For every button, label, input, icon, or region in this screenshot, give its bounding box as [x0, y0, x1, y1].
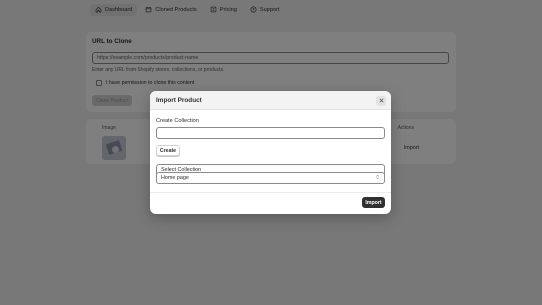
import-product-modal: Import Product Create Collection Create … [150, 91, 391, 214]
create-collection-label: Create Collection [156, 118, 199, 124]
create-button[interactable]: Create [156, 145, 180, 156]
import-button[interactable]: Import [362, 197, 385, 208]
create-collection-input[interactable] [156, 127, 385, 139]
modal-header: Import Product [150, 91, 391, 110]
selected-collection: Home page [161, 175, 189, 181]
collection-select[interactable]: Home page [156, 172, 385, 184]
select-chevrons-icon [375, 174, 380, 182]
modal-title: Import Product [156, 97, 202, 104]
close-icon [379, 98, 384, 105]
close-button[interactable] [376, 96, 386, 106]
modal-footer-divider [150, 192, 391, 193]
